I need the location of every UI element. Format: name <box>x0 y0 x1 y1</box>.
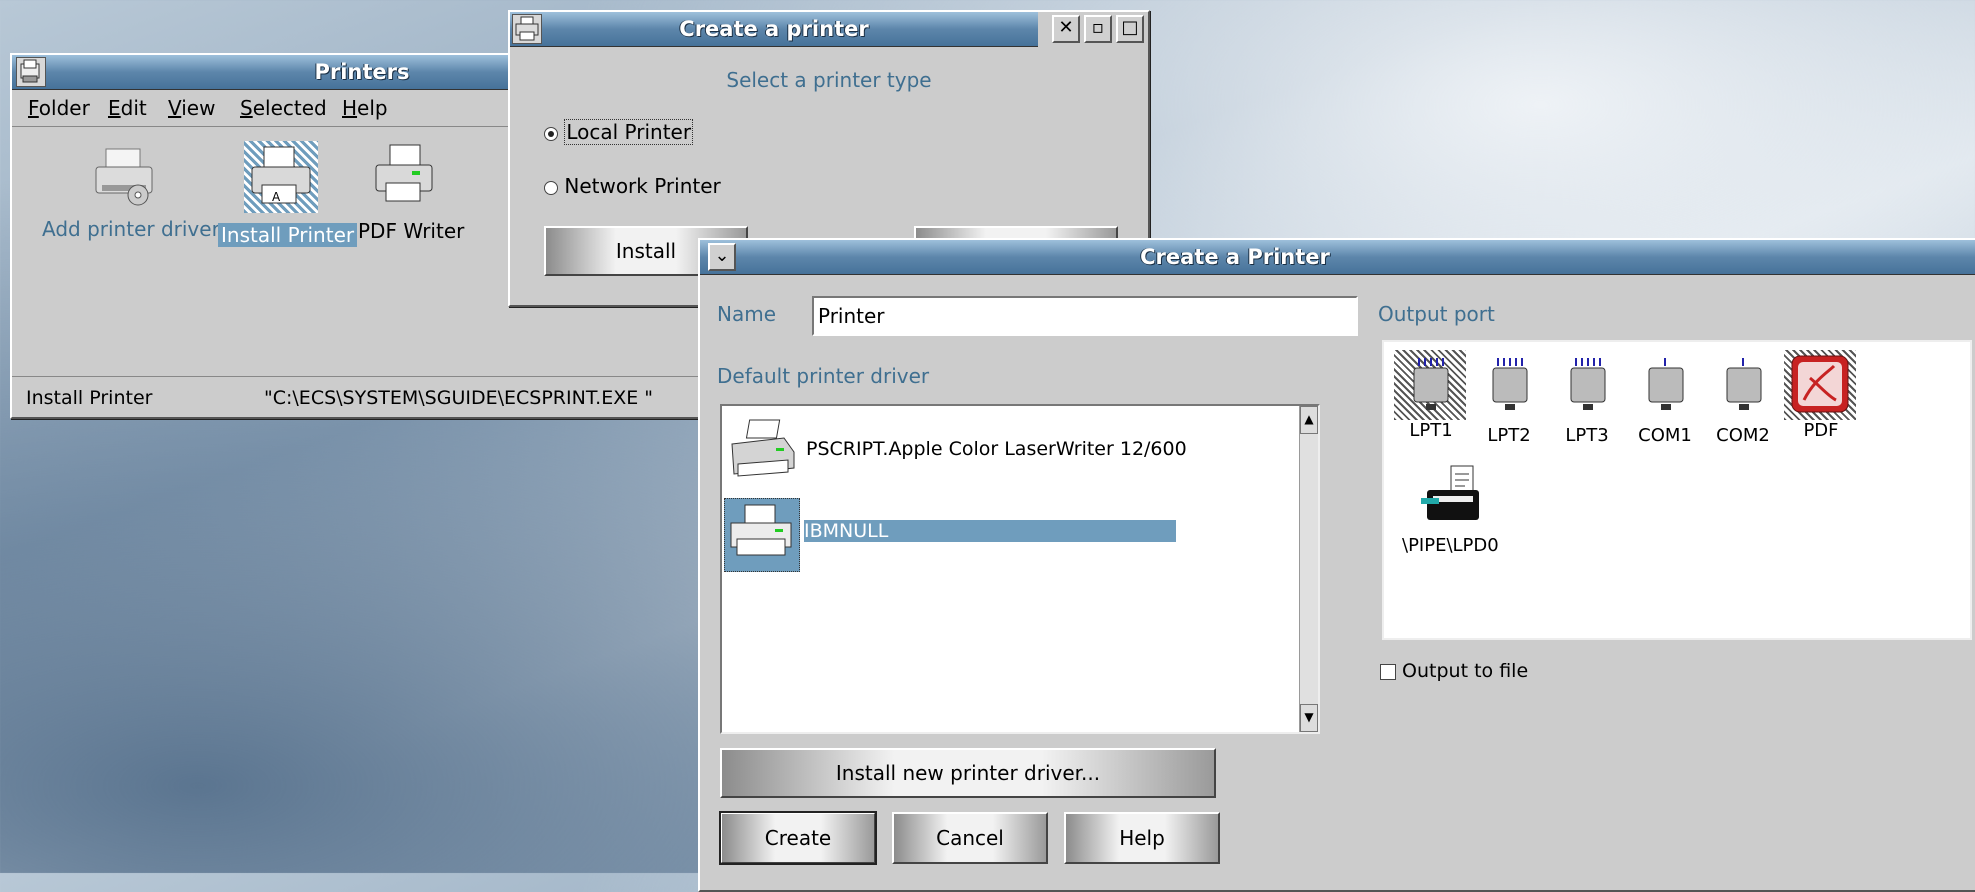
port-label: Output port <box>1378 302 1495 326</box>
status-selected: Install Printer <box>26 387 153 409</box>
create-printer-dialog-titlebar[interactable]: Create a Printer <box>700 240 1975 275</box>
serial-port-icon <box>1726 358 1762 410</box>
driver-label-ibmnull: IBMNULL <box>804 520 1176 542</box>
local-printer-label: Local Printer <box>564 119 694 145</box>
radio-unselected-icon <box>544 180 558 195</box>
svg-text:A: A <box>272 190 281 204</box>
dialog-title: Create a Printer <box>1140 245 1330 269</box>
network-pipe-icon <box>1421 465 1479 520</box>
create-button[interactable]: Create <box>719 811 877 865</box>
driver-label-pscript: PSCRIPT.Apple Color LaserWriter 12/600 <box>806 438 1187 460</box>
minimize-icon[interactable]: ▫ <box>1084 15 1112 43</box>
port-label-com2: COM2 <box>1716 425 1770 446</box>
driver-label: Default printer driver <box>717 364 930 388</box>
printer-icon <box>724 498 800 572</box>
system-menu-icon[interactable]: ⌄ <box>708 243 736 271</box>
scroll-down-icon[interactable]: ▼ <box>1300 704 1318 732</box>
local-printer-radio[interactable]: Local Printer <box>544 119 694 145</box>
pdf-writer-item[interactable]: PDF Writer <box>348 141 464 245</box>
printer-folder-icon[interactable] <box>16 57 46 87</box>
maximize-icon[interactable]: □ <box>1116 15 1144 43</box>
menu-view[interactable]: View <box>168 96 215 120</box>
port-lpt3[interactable]: LPT3 <box>1550 350 1624 446</box>
network-printer-label: Network Printer <box>564 174 721 198</box>
menu-help[interactable]: Help <box>342 96 388 120</box>
install-driver-button[interactable]: Install new printer driver... <box>720 748 1216 798</box>
list-item-driver-ibmnull[interactable]: IBMNULL <box>724 498 1284 574</box>
list-item-driver-pscript[interactable]: PSCRIPT.Apple Color LaserWriter 12/600 <box>726 418 1286 490</box>
network-printer-radio[interactable]: Network Printer <box>544 174 721 198</box>
port-com1[interactable]: COM1 <box>1628 350 1702 446</box>
printer-icon <box>375 144 433 202</box>
add-printer-drivers-item[interactable]: Add printer drivers <box>26 145 230 245</box>
laser-printer-icon <box>731 419 795 477</box>
close-icon[interactable]: ✕ <box>1052 15 1080 43</box>
scrollbar[interactable]: ▲ ▼ <box>1299 406 1318 732</box>
help-button[interactable]: Help <box>1064 812 1220 864</box>
port-container: LPT1 LPT2 LPT3 COM1 COM2 PDF \PIPE\LPD0 <box>1382 340 1972 640</box>
icon-label-pdf-writer: PDF Writer <box>358 219 465 243</box>
scroll-up-icon[interactable]: ▲ <box>1300 406 1318 434</box>
parallel-port-icon <box>1394 350 1466 420</box>
port-lpt2[interactable]: LPT2 <box>1472 350 1546 446</box>
port-pipe-lpd0[interactable]: \PIPE\LPD0 <box>1388 464 1518 556</box>
icon-label-install-printer: Install Printer <box>218 223 358 247</box>
icon-label-add-printer-drivers: Add printer drivers <box>42 217 231 241</box>
pdf-port-icon <box>1784 350 1856 420</box>
name-field[interactable] <box>812 296 1358 336</box>
printer-icon[interactable] <box>512 14 542 44</box>
serial-port-icon <box>1648 358 1684 410</box>
driver-listbox[interactable]: PSCRIPT.Apple Color LaserWriter 12/600 I… <box>720 404 1320 734</box>
parallel-port-icon <box>1570 358 1606 410</box>
create-printer-titlebar[interactable]: Create a printer <box>510 12 1038 47</box>
menu-selected[interactable]: Selected <box>240 96 327 120</box>
menu-folder[interactable]: Folder <box>28 96 90 120</box>
port-lpt1[interactable]: LPT1 <box>1394 350 1468 441</box>
menu-edit[interactable]: Edit <box>108 96 147 120</box>
select-type-heading: Select a printer type <box>726 68 932 92</box>
printer-icon: A <box>244 141 318 213</box>
window-title: Printers <box>314 60 410 84</box>
status-path: "C:\ECS\SYSTEM\SGUIDE\ECSPRINT.EXE " <box>264 387 654 409</box>
create-printer-dialog: Create a Printer ⌄ Name Default printer … <box>698 238 1975 892</box>
port-com2[interactable]: COM2 <box>1706 350 1780 446</box>
output-to-file-label: Output to file <box>1402 660 1529 682</box>
parallel-port-icon <box>1492 358 1528 410</box>
port-label-com1: COM1 <box>1638 425 1692 446</box>
port-label-pipe-lpd0: \PIPE\LPD0 <box>1402 535 1499 556</box>
cancel-button[interactable]: Cancel <box>892 812 1048 864</box>
printer-cd-icon <box>95 148 153 206</box>
output-to-file-checkbox[interactable]: Output to file <box>1380 660 1528 682</box>
port-label-lpt1: LPT1 <box>1409 420 1453 441</box>
port-label-pdf: PDF <box>1803 420 1839 441</box>
port-label-lpt3: LPT3 <box>1565 425 1609 446</box>
status-bar: Install Printer "C:\ECS\SYSTEM\SGUIDE\EC… <box>12 376 712 417</box>
install-printer-item[interactable]: A Install Printer <box>210 135 358 247</box>
port-label-lpt2: LPT2 <box>1487 425 1531 446</box>
name-label: Name <box>717 302 777 326</box>
window-title: Create a printer <box>679 17 869 41</box>
checkbox-icon <box>1380 663 1396 680</box>
radio-selected-icon <box>544 126 558 141</box>
port-pdf[interactable]: PDF <box>1784 350 1858 441</box>
